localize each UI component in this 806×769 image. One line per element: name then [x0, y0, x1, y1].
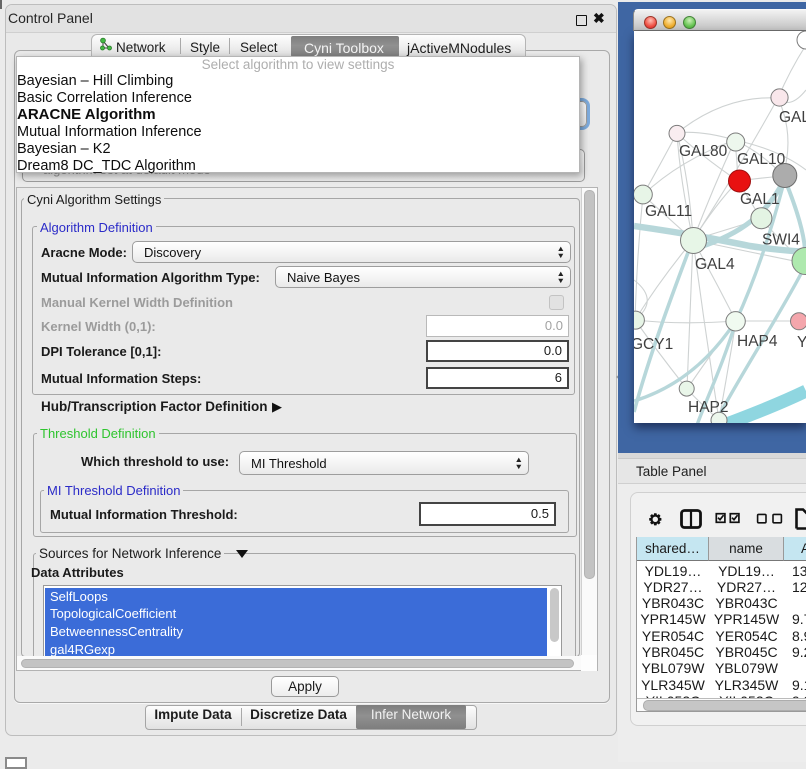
svg-text:GAL4: GAL4	[695, 256, 735, 273]
svg-text:GAL11: GAL11	[645, 203, 692, 220]
svg-text:HAP4: HAP4	[737, 333, 778, 350]
svg-text:GCY1: GCY1	[634, 336, 673, 353]
svg-text:GAL10: GAL10	[737, 151, 786, 168]
svg-text:HAP2: HAP2	[688, 399, 729, 416]
svg-text:GAL80: GAL80	[679, 143, 728, 160]
svg-text:YL: YL	[797, 334, 806, 351]
svg-text:SWI4: SWI4	[762, 232, 800, 249]
svg-text:GAL1: GAL1	[740, 191, 780, 208]
svg-text:GAL7: GAL7	[779, 109, 806, 126]
